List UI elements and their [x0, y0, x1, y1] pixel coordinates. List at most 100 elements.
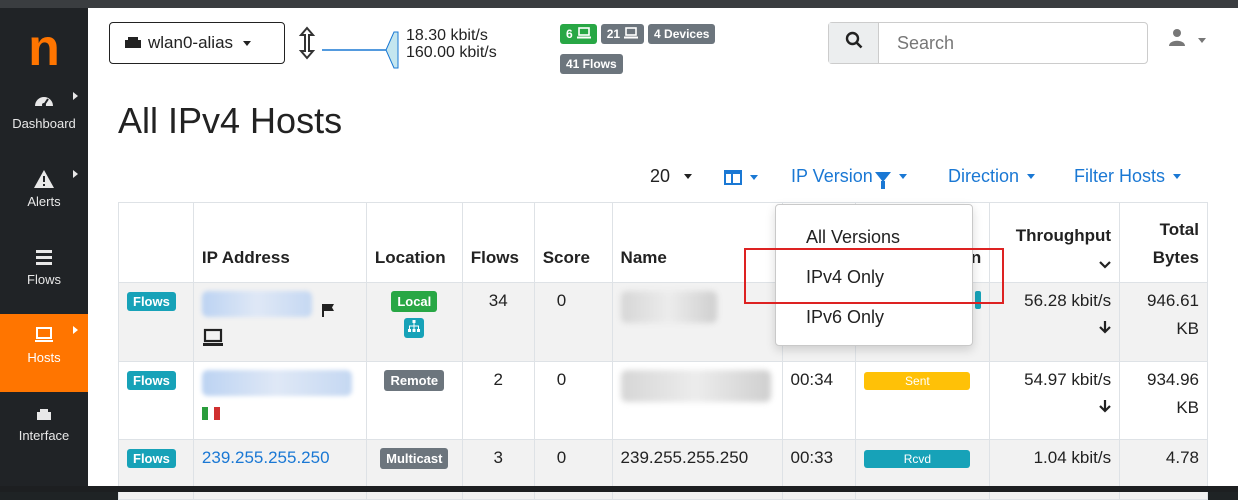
- user-menu[interactable]: [1168, 28, 1206, 52]
- list-icon: [33, 246, 55, 268]
- total-bytes-cell: 934.96 KB: [1119, 361, 1208, 440]
- host-badges: 6 21 4 Devices: [560, 24, 716, 46]
- throughput-cell: 56.28 kbit/s: [989, 282, 1121, 362]
- sidebar-item-flows[interactable]: Flows: [0, 236, 88, 314]
- chevron-down-icon: [898, 174, 907, 179]
- chevron-down-icon: [1173, 174, 1182, 179]
- column-header-total-bytes[interactable]: Total Bytes: [1119, 202, 1208, 283]
- italy-flag-icon: [201, 401, 358, 425]
- column-header: [118, 202, 194, 283]
- sidebar-item-label: Flows: [27, 272, 61, 287]
- column-header-throughput[interactable]: Throughput: [989, 202, 1121, 283]
- chevron-down-icon: [750, 175, 758, 180]
- ip-address-link[interactable]: 239.255.255.250: [202, 448, 330, 467]
- page-title: All IPv4 Hosts: [118, 100, 343, 141]
- menu-item-ipv6-only[interactable]: IPv6 Only: [806, 307, 884, 328]
- flows-count-badge[interactable]: 41 Flows: [560, 54, 623, 74]
- arrow-down-icon: [998, 398, 1111, 418]
- menu-item-ipv4-only[interactable]: IPv4 Only: [806, 267, 884, 288]
- table-row: Flows Remote 2 0 00:34 Sent 54.97 kbit/s: [118, 361, 1208, 440]
- sort-desc-icon: [998, 254, 1111, 274]
- ip-version-dropdown[interactable]: IP Version: [791, 166, 907, 189]
- direction-dropdown[interactable]: Direction: [948, 166, 1036, 187]
- top-navbar: wlan0-alias 18.30 kbit/s 160.00 kbit/s 6: [88, 8, 1238, 82]
- table-row: Flows Local 34 0 56.28 kbit/s 946.61 KB: [118, 282, 1208, 362]
- location-badge: Multicast: [380, 448, 449, 469]
- gauge-icon: [33, 90, 55, 112]
- total-bytes-cell: 946.61 KB: [1119, 282, 1208, 362]
- table-toolbar: 20 IP Version Direction Filter Hosts: [88, 162, 1238, 196]
- search-box: [828, 22, 1148, 64]
- filter-hosts-dropdown[interactable]: Filter Hosts: [1074, 166, 1182, 187]
- main-panel: wlan0-alias 18.30 kbit/s 160.00 kbit/s 6: [88, 8, 1238, 500]
- expand-caret-icon: [73, 326, 78, 334]
- location-badge: Remote: [384, 370, 445, 391]
- interface-selector[interactable]: wlan0-alias: [109, 22, 285, 64]
- remote-hosts-badge[interactable]: 21: [600, 24, 645, 44]
- menu-item-all-versions[interactable]: All Versions: [806, 227, 900, 248]
- interface-name: wlan0-alias: [148, 33, 234, 52]
- ip-version-menu: All Versions IPv4 Only IPv6 Only: [775, 204, 973, 346]
- sidebar-item-label: Hosts: [27, 350, 61, 365]
- hosts-table: IP Address Location Flows Score Name n T…: [118, 202, 1208, 500]
- sidebar-item-hosts[interactable]: Hosts: [0, 314, 88, 392]
- column-header-ip[interactable]: IP Address: [192, 202, 367, 283]
- upload-rate: 18.30 kbit/s: [406, 27, 488, 44]
- breakdown-bar: Sent: [855, 361, 991, 440]
- column-header-score[interactable]: Score: [533, 202, 613, 283]
- flows-count: 2: [461, 361, 535, 440]
- redacted-ip[interactable]: [201, 291, 312, 317]
- laptop-icon: [202, 328, 358, 353]
- redacted-name: [620, 370, 771, 402]
- flows-button[interactable]: Flows: [127, 449, 176, 468]
- laptop-icon: [576, 26, 591, 42]
- up-down-arrow-icon: [296, 26, 318, 67]
- expand-caret-icon: [73, 92, 78, 100]
- flows-button[interactable]: Flows: [127, 371, 176, 390]
- download-rate: 160.00 kbit/s: [406, 44, 497, 61]
- redacted-name: [620, 291, 717, 323]
- bottom-strip: [0, 486, 1238, 492]
- sidebar-item-label: Dashboard: [12, 116, 76, 131]
- column-header-flows[interactable]: Flows: [461, 202, 535, 283]
- top-strip: [0, 0, 1238, 8]
- sidebar-item-label: Interface: [18, 428, 70, 443]
- redacted-ip[interactable]: [201, 370, 352, 396]
- throughput-cell: 54.97 kbit/s: [989, 361, 1121, 440]
- column-header-location[interactable]: Location: [365, 202, 463, 283]
- sidebar-item-dashboard[interactable]: Dashboard: [0, 80, 88, 158]
- chevron-down-icon: [243, 40, 252, 46]
- sidebar: n Dashboard Alerts Flows Hosts Interface: [0, 8, 88, 486]
- local-hosts-badge[interactable]: 6: [560, 24, 597, 44]
- page-size-dropdown[interactable]: 20: [650, 166, 693, 187]
- sidebar-item-interface[interactable]: Interface: [0, 392, 88, 470]
- laptop-icon: [624, 26, 639, 42]
- flows-button[interactable]: Flows: [127, 292, 176, 311]
- search-input[interactable]: [879, 23, 1147, 63]
- filter-icon: [874, 171, 891, 189]
- column-header-name[interactable]: Name: [611, 202, 783, 283]
- columns-dropdown[interactable]: [724, 170, 758, 185]
- ethernet-icon: [124, 33, 142, 53]
- user-icon: [1168, 29, 1192, 51]
- app-frame: n Dashboard Alerts Flows Hosts Interface…: [0, 0, 1238, 500]
- devices-badge[interactable]: 4 Devices: [648, 24, 716, 44]
- chevron-down-icon: [1027, 174, 1036, 179]
- search-icon: [845, 31, 863, 55]
- warning-icon: [33, 168, 55, 190]
- laptop-icon: [33, 324, 55, 346]
- throughput-rates: 18.30 kbit/s 160.00 kbit/s: [406, 27, 497, 61]
- expand-caret-icon: [73, 170, 78, 178]
- flag-icon: [321, 302, 335, 321]
- ntop-logo[interactable]: n: [0, 16, 88, 80]
- network-icon: [404, 318, 425, 338]
- ethernet-icon: [33, 402, 55, 424]
- sidebar-item-label: Alerts: [27, 194, 61, 209]
- location-badge: Local: [391, 291, 438, 312]
- sidebar-item-alerts[interactable]: Alerts: [0, 158, 88, 236]
- arrow-down-icon: [998, 319, 1111, 339]
- chevron-down-icon: [684, 174, 693, 179]
- flows-count: 34: [461, 282, 535, 362]
- table-header-row: IP Address Location Flows Score Name n T…: [118, 202, 1208, 283]
- search-button[interactable]: [829, 23, 879, 63]
